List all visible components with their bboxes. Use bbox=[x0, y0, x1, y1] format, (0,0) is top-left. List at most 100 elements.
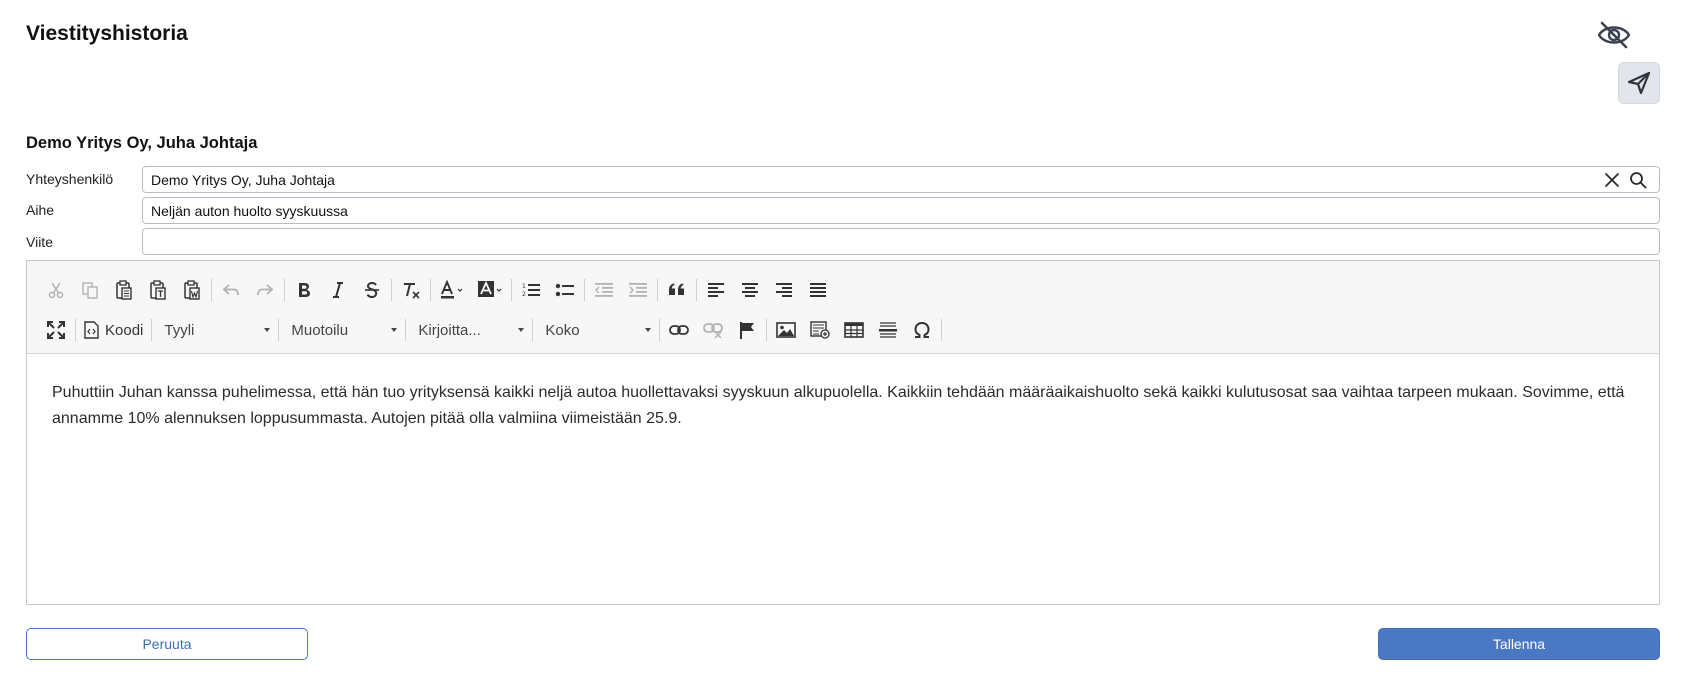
cut-button[interactable] bbox=[39, 275, 73, 305]
save-button[interactable]: Tallenna bbox=[1378, 628, 1660, 660]
table-button[interactable] bbox=[837, 315, 871, 345]
paste-word-button[interactable] bbox=[175, 275, 209, 305]
subject-value: Neljän auton huolto syyskuussa bbox=[151, 202, 348, 219]
flag-icon bbox=[739, 321, 755, 339]
strikethrough-button[interactable] bbox=[355, 275, 389, 305]
undo-button[interactable] bbox=[214, 275, 248, 305]
font-combo-label: Kirjoitta... bbox=[418, 321, 481, 339]
numbered-list-button[interactable]: 12 bbox=[514, 275, 548, 305]
align-left-button[interactable] bbox=[699, 275, 733, 305]
increase-indent-button[interactable] bbox=[621, 275, 655, 305]
toolbar-separator bbox=[430, 279, 431, 301]
toolbar-row-2: Koodi Tyyli Muotoilu Kirjoitta... Koko bbox=[39, 313, 944, 347]
subject-label: Aihe bbox=[26, 202, 55, 218]
strikethrough-icon bbox=[363, 281, 381, 299]
italic-button[interactable] bbox=[321, 275, 355, 305]
outdent-icon bbox=[594, 281, 614, 299]
special-character-button[interactable] bbox=[905, 315, 939, 345]
paste-text-icon bbox=[149, 280, 167, 300]
omega-icon bbox=[913, 321, 931, 339]
bold-icon bbox=[296, 281, 312, 299]
toolbar-separator bbox=[511, 279, 512, 301]
toolbar-separator bbox=[211, 279, 212, 301]
toolbar-separator bbox=[532, 319, 534, 341]
maximize-button[interactable] bbox=[39, 315, 73, 345]
toolbar-separator bbox=[75, 319, 76, 341]
paste-text-button[interactable] bbox=[141, 275, 175, 305]
paste-button[interactable] bbox=[107, 275, 141, 305]
chevron-down-icon bbox=[264, 328, 271, 332]
toolbar-separator bbox=[659, 319, 661, 341]
rich-text-editor: 12 Koodi Tyyli Muotoilu Kirjoitta... Kok… bbox=[26, 260, 1660, 605]
cancel-button[interactable]: Peruuta bbox=[26, 628, 308, 660]
insert-template-button[interactable] bbox=[803, 315, 837, 345]
scissors-icon bbox=[47, 281, 65, 299]
bulleted-list-icon bbox=[555, 281, 575, 299]
clear-icon[interactable] bbox=[1599, 169, 1625, 191]
format-combo[interactable]: Muotoilu bbox=[281, 315, 403, 345]
hide-button[interactable] bbox=[1592, 16, 1636, 54]
image-button[interactable] bbox=[769, 315, 803, 345]
editor-content[interactable]: Puhuttiin Juhan kanssa puhelimessa, että… bbox=[27, 354, 1659, 458]
align-right-icon bbox=[775, 282, 793, 298]
bulleted-list-button[interactable] bbox=[548, 275, 582, 305]
remove-format-button[interactable] bbox=[394, 275, 428, 305]
link-button[interactable] bbox=[662, 315, 696, 345]
contact-heading: Demo Yritys Oy, Juha Johtaja bbox=[26, 134, 258, 152]
align-center-button[interactable] bbox=[733, 275, 767, 305]
contact-field[interactable]: Demo Yritys Oy, Juha Johtaja bbox=[142, 166, 1660, 193]
style-combo[interactable]: Tyyli bbox=[154, 315, 276, 345]
paste-word-icon bbox=[183, 280, 201, 300]
toolbar-separator bbox=[941, 319, 943, 341]
chevron-down-icon bbox=[518, 328, 525, 332]
copy-button[interactable] bbox=[73, 275, 107, 305]
size-combo-label: Koko bbox=[545, 321, 580, 339]
toolbar-separator bbox=[284, 279, 285, 301]
chevron-down-icon bbox=[645, 328, 652, 332]
search-icon[interactable] bbox=[1625, 169, 1651, 191]
toolbar-separator bbox=[584, 279, 585, 301]
align-right-button[interactable] bbox=[767, 275, 801, 305]
numbered-list-icon: 12 bbox=[521, 281, 541, 299]
unlink-icon bbox=[703, 322, 724, 338]
reference-label: Viite bbox=[26, 234, 53, 250]
table-icon bbox=[844, 322, 865, 338]
reference-field[interactable] bbox=[142, 228, 1660, 255]
background-color-icon bbox=[477, 280, 503, 300]
redo-icon bbox=[256, 282, 274, 298]
redo-button[interactable] bbox=[248, 275, 282, 305]
align-center-icon bbox=[741, 282, 759, 298]
toolbar-separator bbox=[278, 319, 280, 341]
editor-toolbar: 12 Koodi Tyyli Muotoilu Kirjoitta... Kok… bbox=[27, 261, 1659, 354]
template-icon bbox=[810, 321, 831, 339]
unlink-button[interactable] bbox=[696, 315, 730, 345]
toolbar-separator bbox=[696, 279, 697, 301]
blockquote-button[interactable] bbox=[660, 275, 694, 305]
font-combo[interactable]: Kirjoitta... bbox=[408, 315, 530, 345]
toolbar-separator bbox=[766, 319, 768, 341]
toolbar-separator bbox=[151, 319, 153, 341]
style-combo-label: Tyyli bbox=[164, 321, 195, 339]
bold-button[interactable] bbox=[287, 275, 321, 305]
paper-plane-icon bbox=[1626, 70, 1652, 96]
italic-icon bbox=[330, 281, 346, 299]
size-combo[interactable]: Koko bbox=[535, 315, 657, 345]
horizontal-line-button[interactable] bbox=[871, 315, 905, 345]
copy-icon bbox=[81, 281, 99, 299]
background-color-button[interactable] bbox=[471, 275, 509, 305]
svg-text:2: 2 bbox=[522, 291, 526, 298]
chevron-down-icon bbox=[391, 328, 398, 332]
page-title: Viestityshistoria bbox=[26, 22, 188, 45]
align-left-icon bbox=[707, 282, 725, 298]
source-button[interactable]: Koodi bbox=[78, 315, 149, 345]
source-code-icon bbox=[84, 321, 99, 339]
anchor-button[interactable] bbox=[730, 315, 764, 345]
justify-button[interactable] bbox=[801, 275, 835, 305]
remove-format-icon bbox=[401, 281, 421, 299]
toolbar-separator bbox=[391, 279, 392, 301]
text-color-icon bbox=[439, 280, 465, 300]
decrease-indent-button[interactable] bbox=[587, 275, 621, 305]
subject-field[interactable]: Neljän auton huolto syyskuussa bbox=[142, 197, 1660, 224]
text-color-button[interactable] bbox=[433, 275, 471, 305]
send-button[interactable] bbox=[1618, 62, 1660, 104]
